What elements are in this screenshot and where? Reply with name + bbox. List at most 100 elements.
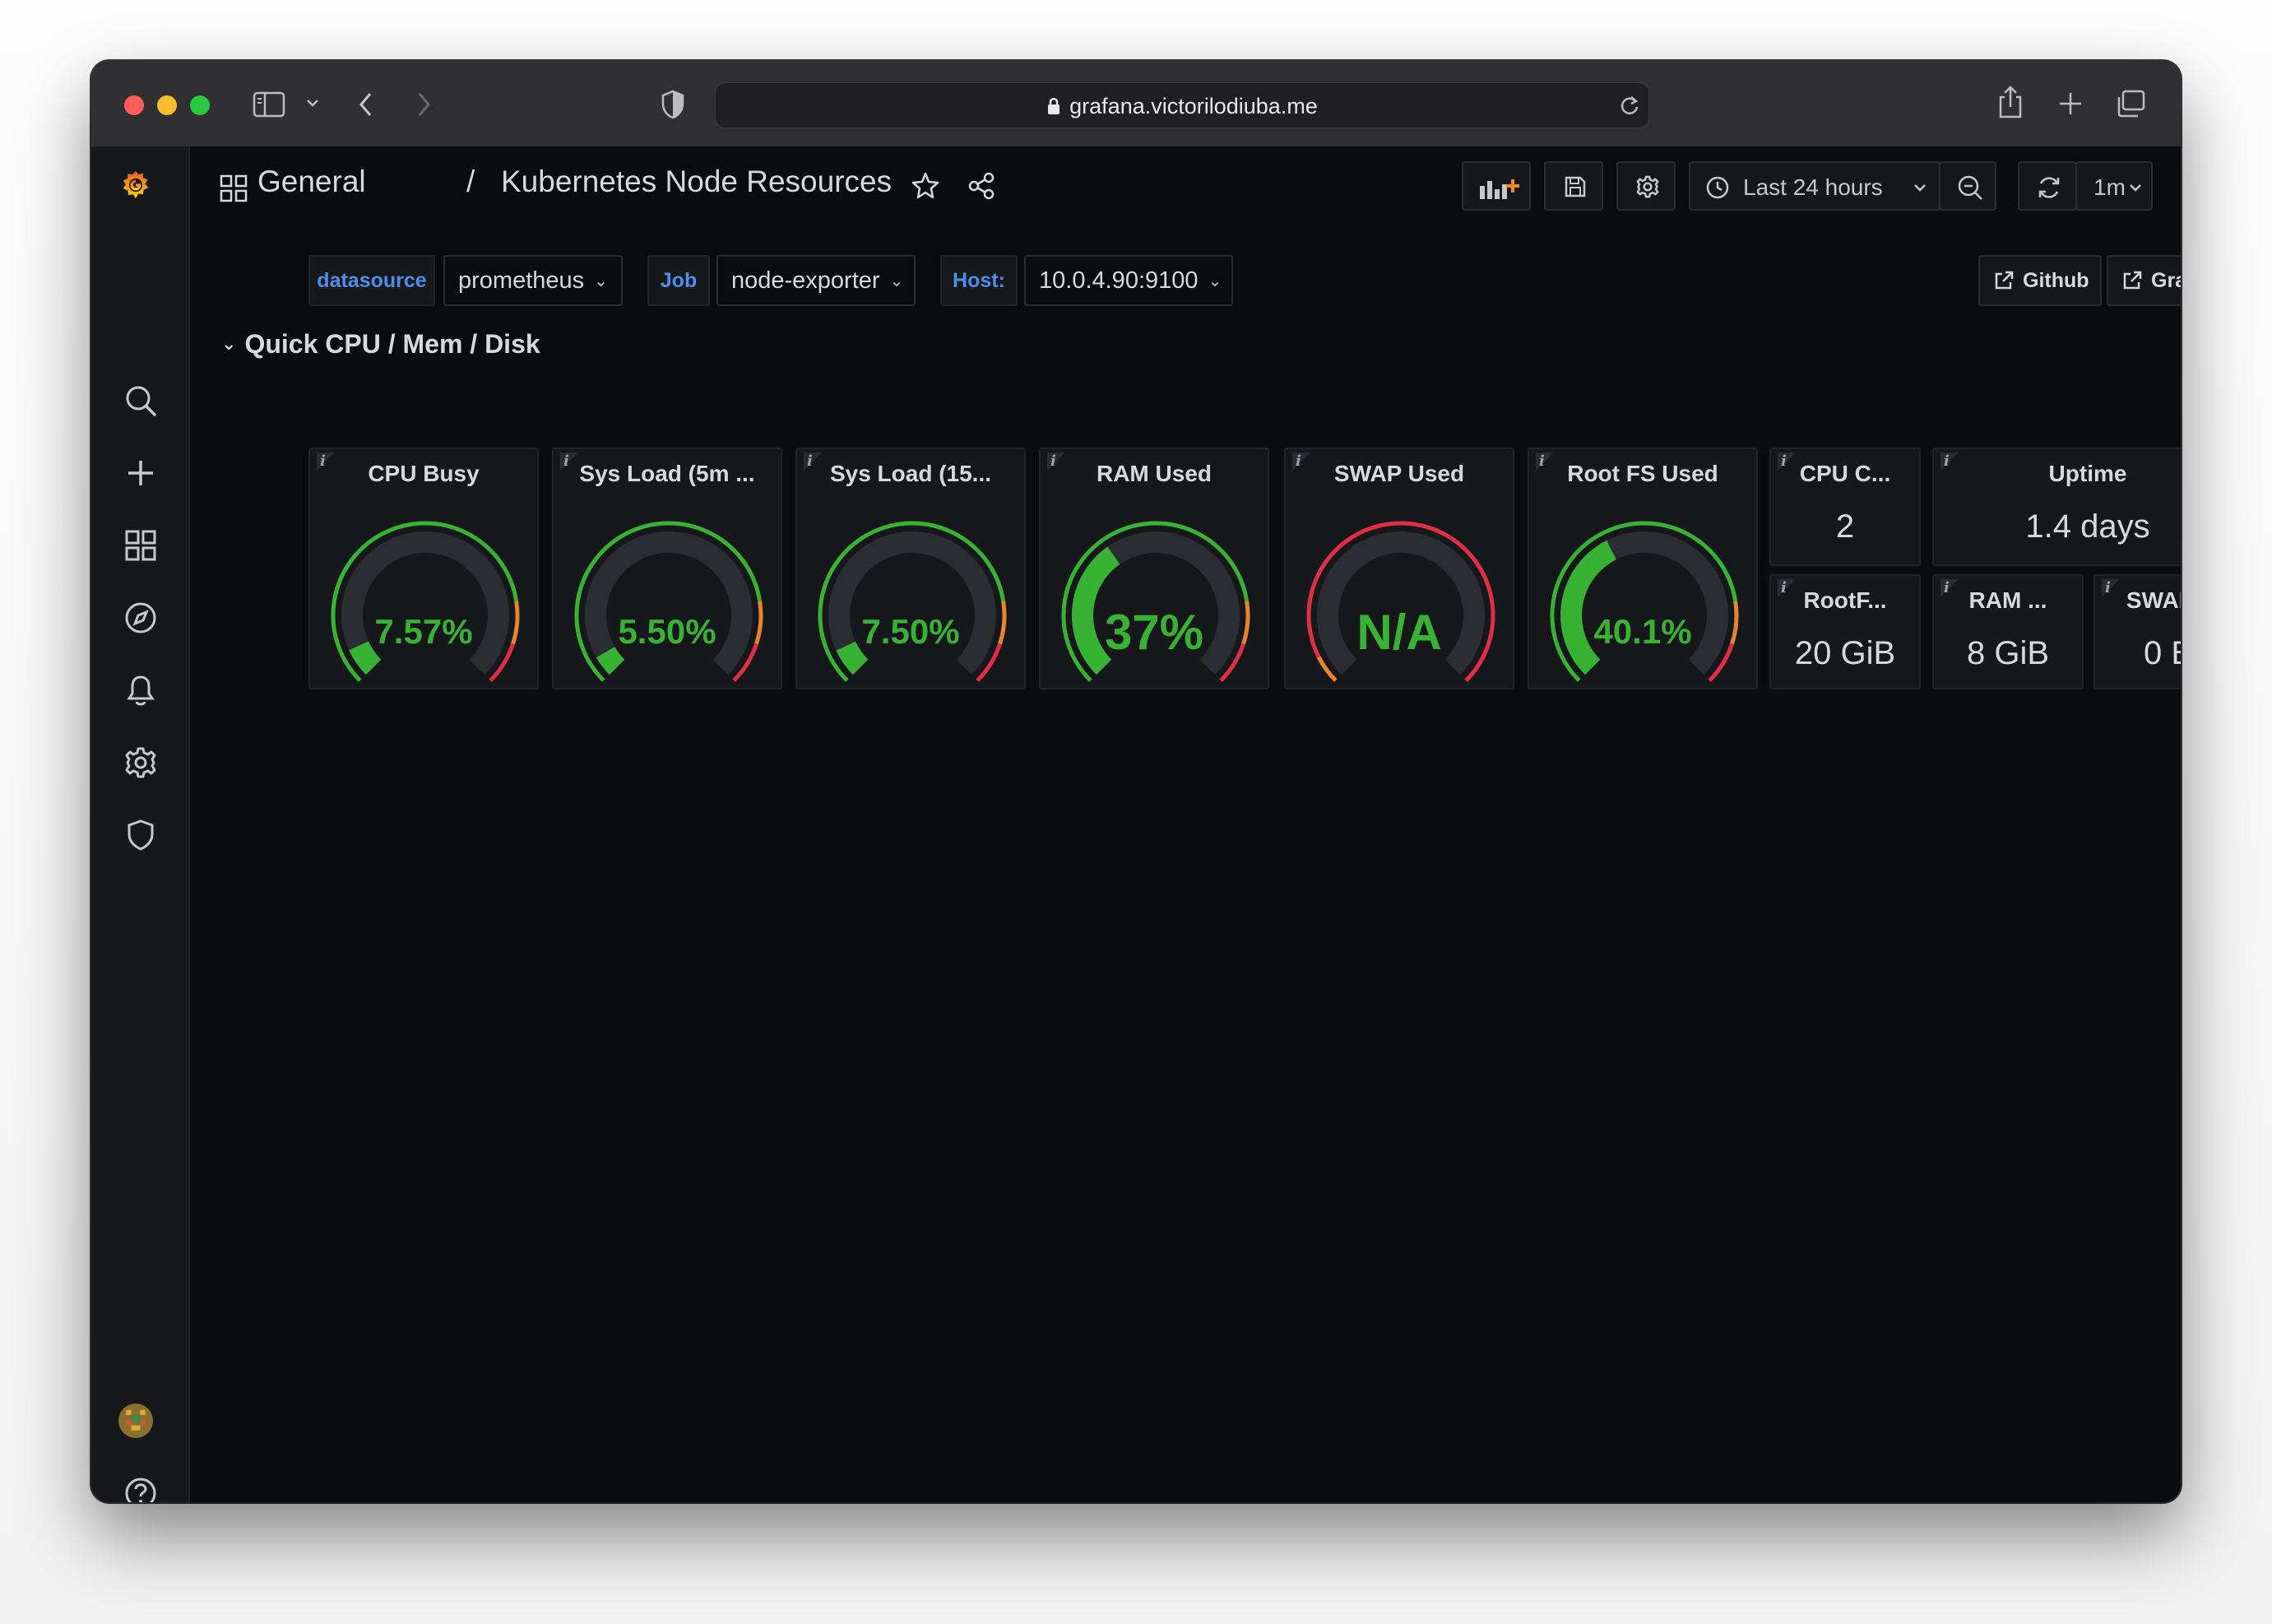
save-icon [1565,176,1586,197]
lock-icon [1048,98,1060,114]
close-window-button[interactable] [124,95,144,115]
refresh-button[interactable] [2018,161,2077,211]
dashboard-main: General / Kubernetes Node Resources Last… [190,146,2181,1502]
gauge-panel[interactable]: i Root FS Used 40.1% [1528,448,1758,689]
gauge-panel[interactable]: i RAM Used 37% [1039,448,1269,689]
browser-window: grafana.victorilodiuba.me General / Kube… [91,61,2181,1502]
stat-panel-swap-total[interactable]: i SWAP... 0 B [2093,574,2181,689]
add-panel-icon [1480,179,1519,199]
panel-title: RAM Used [1096,461,1212,486]
row-header[interactable]: ⌄ Quick CPU / Mem / Disk [221,329,540,360]
external-link-icon [1995,271,2014,290]
chevron-down-icon: ⌄ [1208,271,1222,290]
job-value: node-exporter [731,267,880,294]
url-label: grafana.victorilodiuba.me [1069,94,1318,118]
gauge-value: 40.1% [1593,612,1692,651]
breadcrumb-folder[interactable]: General [257,165,366,199]
gauge-arc [818,521,1007,682]
variable-label-datasource: datasource [308,255,435,306]
panel-title: CPU C... [1799,461,1891,486]
panel-title: Sys Load (15... [829,461,992,486]
privacy-shield-icon[interactable] [661,89,685,120]
sidebar-toggle-icon[interactable] [253,90,285,118]
zoom-out-icon [1958,175,1982,200]
gauge-value: N/A [1356,605,1442,660]
breadcrumb-separator: / [466,165,475,198]
refresh-interval-label: 1m [2093,174,2126,200]
chevron-down-icon [1914,184,1926,192]
panel-title: CPU Busy [368,461,480,486]
address-bar[interactable]: grafana.victorilodiuba.me [715,82,1649,128]
server-admin-shield-icon[interactable] [123,818,158,852]
help-question-icon[interactable] [123,1476,158,1502]
chevron-down-icon: ⌄ [221,333,237,354]
explore-compass-icon[interactable] [123,601,158,635]
save-dashboard-button[interactable] [1544,161,1603,211]
gauge-panel[interactable]: i SWAP Used N/A [1284,448,1514,689]
gauge-arc [574,521,763,682]
gauge-value: 37% [1104,605,1204,660]
back-arrow-icon[interactable] [356,90,376,118]
variable-label-job: Job [647,255,710,306]
github-link-label: Github [2023,268,2089,292]
gear-icon [1636,175,1659,198]
new-tab-icon[interactable] [2057,90,2084,117]
gauge-value: 7.57% [374,612,473,651]
forward-arrow-icon[interactable] [414,90,434,118]
dashboards-grid-icon[interactable] [123,528,158,563]
external-link-icon [2123,271,2142,290]
share-nodes-icon[interactable] [967,171,996,205]
host-select[interactable]: 10.0.4.90:9100 ⌄ [1024,255,1233,306]
chevron-down-icon[interactable] [305,97,320,109]
datasource-select[interactable]: prometheus ⌄ [443,255,623,306]
gauge-value: 5.50% [618,612,716,651]
panel-title: Sys Load (5m ... [579,461,755,486]
gauge-panel[interactable]: i CPU Busy 7.57% [308,448,539,689]
share-icon[interactable] [1996,84,2024,120]
configuration-gear-icon[interactable] [123,745,158,780]
grafana-link-label: Grafana [2151,268,2181,292]
host-value: 10.0.4.90:9100 [1039,267,1199,294]
gauge-panel[interactable]: i Sys Load (15... 7.50% [795,448,1026,689]
search-icon[interactable] [123,383,158,418]
datasource-value: prometheus [458,267,585,294]
chevron-down-icon: ⌄ [889,271,904,290]
stat-panel-ram-total[interactable]: i RAM ... 8 GiB [1932,574,2084,689]
stat-value: 8 GiB [1966,635,2050,671]
dashboard-apps-icon [220,174,248,202]
github-link-button[interactable]: Github [1978,255,2102,306]
refresh-interval-picker[interactable]: 1m [2075,161,2153,211]
clock-icon [1706,176,1729,199]
stat-value: 2 [1835,508,1855,545]
job-select[interactable]: node-exporter ⌄ [716,255,916,306]
star-icon[interactable] [911,171,940,205]
alerting-bell-icon[interactable] [123,673,158,708]
stat-panel-uptime[interactable]: i Uptime 1.4 days [1932,448,2181,566]
zoom-window-button[interactable] [190,95,210,115]
stat-panel-rootfs-total[interactable]: i RootF... 20 GiB [1769,574,1921,689]
gauge-panel[interactable]: i Sys Load (5m ... 5.50% [552,448,782,689]
dashboard-settings-button[interactable] [1616,161,1676,211]
browser-toolbar: grafana.victorilodiuba.me [91,61,2181,148]
add-panel-button[interactable] [1462,161,1531,211]
reload-icon[interactable] [1619,95,1640,116]
time-range-picker[interactable]: Last 24 hours [1689,161,1940,211]
panel-title: SWAP... [2126,587,2181,613]
chevron-down-icon [2130,184,2141,192]
grafana-link-button[interactable]: Grafana [2107,255,2181,306]
grafana-logo-icon[interactable] [118,168,161,211]
tab-overview-icon[interactable] [2115,89,2146,118]
panel-title: SWAP Used [1333,461,1465,486]
dashboard-title[interactable]: Kubernetes Node Resources [501,165,892,199]
row-title-label: Quick CPU / Mem / Disk [244,329,540,359]
zoom-out-button[interactable] [1939,161,1996,211]
user-avatar[interactable] [118,1404,163,1448]
minimize-window-button[interactable] [157,95,177,115]
gauge-arc [1306,521,1495,682]
panel-title: RootF... [1803,587,1887,613]
chevron-down-icon: ⌄ [594,271,608,290]
panel-title: RAM ... [1968,587,2047,613]
create-plus-icon[interactable] [123,456,158,490]
gauge-arc [1061,521,1250,682]
stat-panel-cpu-cores[interactable]: i CPU C... 2 [1769,448,1921,566]
